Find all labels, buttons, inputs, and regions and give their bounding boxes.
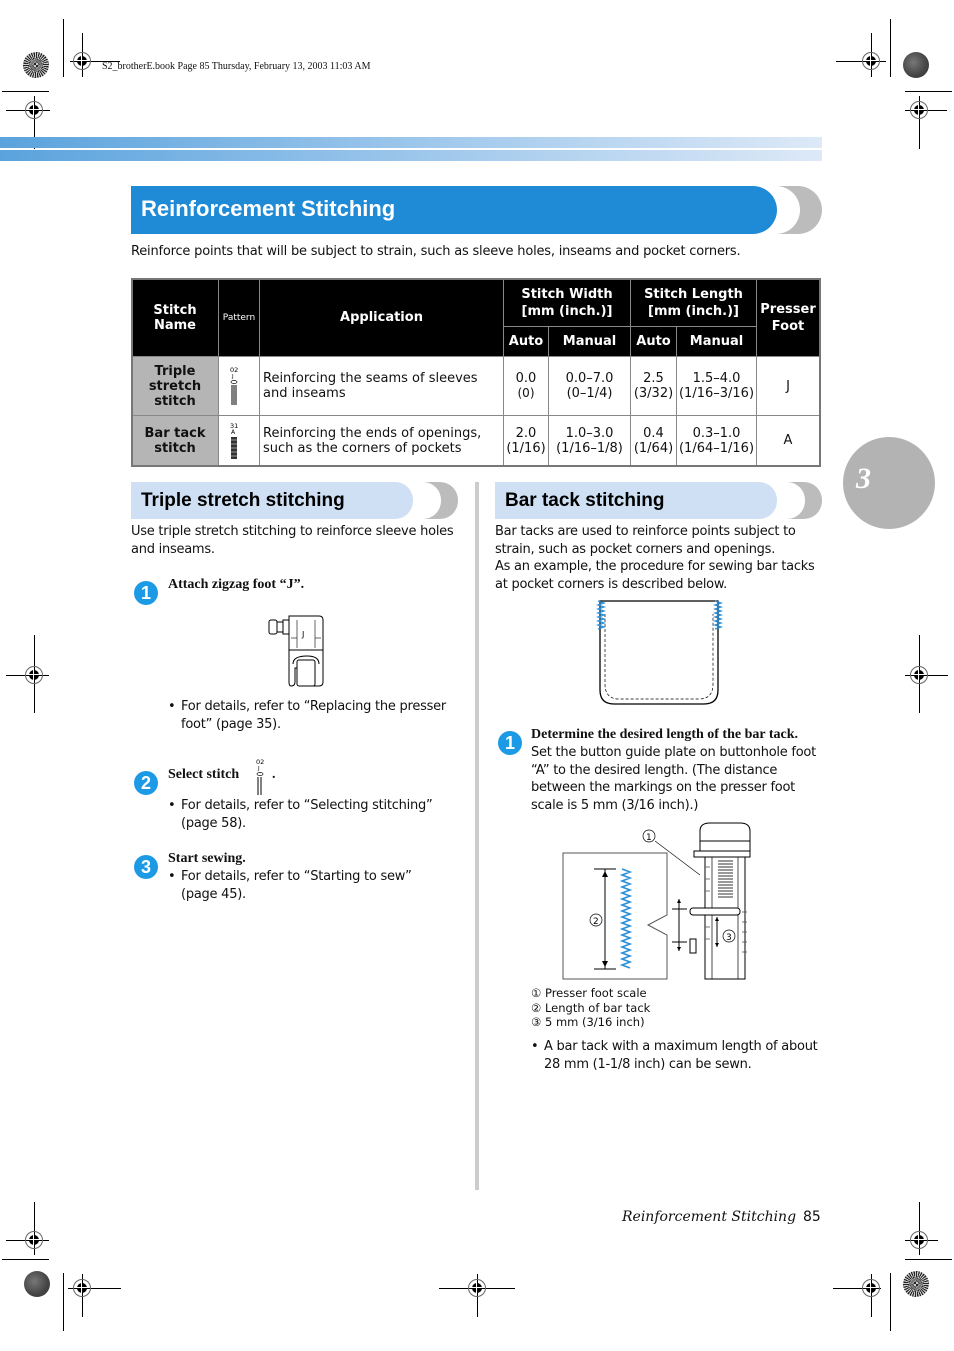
header-presser-foot: Presser Foot xyxy=(756,278,820,357)
bartack-step-1-text: Set the button guide plate on buttonhole… xyxy=(531,745,816,813)
width-auto: 2.0 (1/16) xyxy=(503,415,549,466)
step-1-bullet: • For details, refer to “Replacing the p… xyxy=(168,699,446,732)
triple-stretch-stitch-icon: 02 J xyxy=(256,758,264,795)
step-2-icon: 2 xyxy=(134,771,158,795)
bartack-step-1-icon: 1 xyxy=(498,731,522,755)
header-width-auto: Auto xyxy=(503,326,549,357)
buttonhole-foot-diagram: ② 2 3 1 xyxy=(562,822,751,980)
header-pattern: Pattern xyxy=(218,278,260,357)
registration-starburst-icon xyxy=(903,1271,929,1297)
registration-disc-icon xyxy=(24,1271,50,1297)
stitch-foot: J xyxy=(257,766,260,772)
crop-mark xyxy=(905,91,952,92)
table-row: Triple stretch stitch 02 J Reinforcing t… xyxy=(131,356,820,416)
step-1-title: Attach zigzag foot “J”. xyxy=(168,577,305,592)
bartack-step-1-title: Determine the desired length of the bar … xyxy=(531,727,798,742)
section-heading-bartack: Bar tack stitching xyxy=(505,490,665,511)
presser-foot: A xyxy=(756,415,820,466)
step-2-title: Select stitch xyxy=(168,767,240,782)
header-stitch-width: Stitch Width [mm (inch.)] xyxy=(503,278,631,327)
bar-tack-left-icon xyxy=(595,600,607,630)
header-stitch-length: Stitch Length [mm (inch.)] xyxy=(630,278,757,327)
header-width-manual: Manual xyxy=(548,326,631,357)
legend-item: ② Length of bar tack xyxy=(531,1000,651,1015)
svg-text:2: 2 xyxy=(593,917,599,927)
header-length-auto: Auto xyxy=(630,326,677,357)
application-text: Reinforcing the seams of sleeves and ins… xyxy=(259,356,504,416)
foot-letter: J xyxy=(301,630,304,639)
crop-mark xyxy=(890,1273,891,1331)
stitch-name: Bar tack stitch xyxy=(131,415,219,466)
header-band xyxy=(0,137,822,148)
width-auto: 0.0 (0) xyxy=(503,356,549,416)
header-length-manual: Manual xyxy=(676,326,757,357)
step-2-bullet: • For details, refer to “Selecting stitc… xyxy=(168,798,433,831)
step-1-icon: 1 xyxy=(134,581,158,605)
bullet-icon: • xyxy=(168,699,176,714)
registration-disc-icon xyxy=(903,52,929,78)
page-intro: Reinforce points that will be subject to… xyxy=(131,244,741,259)
step-3-icon: 3 xyxy=(134,855,158,879)
chapter-number: 3 xyxy=(856,462,871,495)
width-manual: 1.0–3.0 (1/16–1/8) xyxy=(548,415,631,466)
crop-mark xyxy=(63,1273,64,1331)
crop-mark xyxy=(2,1259,49,1260)
crop-mark xyxy=(2,91,49,92)
stitch-spec-table: Stitch Name Pattern Application Stitch W… xyxy=(131,278,820,466)
crop-mark xyxy=(905,1259,952,1260)
page-number: 85 xyxy=(803,1209,821,1225)
pattern-foot: J xyxy=(231,374,234,380)
bartack-intro: Bar tacks are used to reinforce points s… xyxy=(495,524,815,592)
page-title: Reinforcement Stitching xyxy=(141,196,396,221)
bartack-note: • A bar tack with a maximum length of ab… xyxy=(531,1039,818,1072)
registration-starburst-icon xyxy=(23,52,49,78)
svg-text:1: 1 xyxy=(646,833,652,843)
header-application: Application xyxy=(259,278,504,357)
length-manual: 0.3–1.0 (1/64–1/16) xyxy=(676,415,757,466)
print-slug: S2_brotherE.book Page 85 Thursday, Febru… xyxy=(102,61,371,72)
stitch-pattern: 02 J xyxy=(218,356,260,416)
presser-foot: J xyxy=(756,356,820,416)
zigzag-foot-j-icon: J xyxy=(268,615,324,687)
pocket-diagram xyxy=(595,600,724,705)
pattern-code: 02 xyxy=(230,366,238,374)
footer-section-title: Reinforcement Stitching xyxy=(622,1209,797,1225)
bullet-icon: • xyxy=(531,1039,539,1054)
stitch-pattern: 31 A xyxy=(218,415,260,466)
header-band xyxy=(0,150,822,161)
step-3-title: Start sewing. xyxy=(168,851,246,866)
bullet-icon: • xyxy=(168,798,176,813)
triple-stretch-pattern-icon: 02 J xyxy=(230,366,238,405)
length-manual: 1.5–4.0 (1/16–3/16) xyxy=(676,356,757,416)
bullet-icon: • xyxy=(168,869,176,884)
crop-mark xyxy=(890,19,891,77)
triple-intro: Use triple stretch stitching to reinforc… xyxy=(131,524,454,557)
section-heading-triple: Triple stretch stitching xyxy=(141,490,345,511)
width-manual: 0.0–7.0 (0–1/4) xyxy=(548,356,631,416)
legend-item: ① Presser foot scale xyxy=(531,986,647,1000)
length-auto: 2.5 (3/32) xyxy=(630,356,677,416)
svg-text:3: 3 xyxy=(726,933,732,943)
header-stitch-name: Stitch Name xyxy=(131,278,219,357)
legend-item: ③ 5 mm (3/16 inch) xyxy=(531,1015,645,1029)
bar-tack-pattern-icon: 31 A xyxy=(230,422,238,459)
step-2-title-suffix: . xyxy=(272,767,276,782)
table-row: Bar tack stitch 31 A Reinforcing the end… xyxy=(131,415,820,466)
stitch-name: Triple stretch stitch xyxy=(131,356,219,416)
diagram-legend: ① Presser foot scale ② Length of bar tac… xyxy=(531,986,650,1030)
pattern-foot: A xyxy=(231,429,236,436)
step-3-bullet: • For details, refer to “Starting to sew… xyxy=(168,869,412,902)
length-auto: 0.4 (1/64) xyxy=(630,415,677,466)
stitch-code: 02 xyxy=(256,758,264,766)
crop-mark xyxy=(63,19,64,77)
application-text: Reinforcing the ends of openings, such a… xyxy=(259,415,504,466)
column-divider xyxy=(475,482,479,1190)
